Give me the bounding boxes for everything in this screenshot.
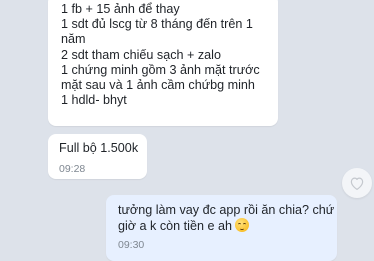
message-line: giờ a k còn tiền e ah bbox=[118, 219, 232, 234]
message-text: Full bộ 1.500k bbox=[59, 141, 139, 155]
message-bubble-incoming[interactable]: Full bộ 1.500k 09:28 bbox=[48, 134, 147, 179]
message-bubble-incoming[interactable]: 1 fb + 15 ảnh để thay 1 sdt đủ lscg từ 8… bbox=[48, 0, 278, 126]
message-timestamp: 09:28 bbox=[59, 163, 86, 176]
slightly-frowning-face-emoji bbox=[234, 218, 249, 233]
message-line: 1 chứng minh gồm 3 ảnh mặt trước bbox=[61, 62, 260, 77]
message-bubble-outgoing[interactable]: tưởng làm vay đc app rồi ăn chia? chứ gi… bbox=[106, 195, 337, 261]
message-line: mặt sau và 1 ảnh cầm chứbg minh bbox=[61, 78, 255, 93]
message-line-with-emoji: giờ a k còn tiền e ah bbox=[118, 218, 337, 234]
message-line: tưởng làm vay đc app rồi ăn chia? chứ bbox=[118, 203, 335, 217]
message-line: 1 hdld- bhyt bbox=[61, 93, 127, 108]
message-line: 1 fb + 15 ảnh để thay bbox=[61, 2, 180, 16]
reaction-button[interactable] bbox=[342, 168, 372, 198]
message-line: năm bbox=[61, 32, 86, 47]
message-timestamp: 09:30 bbox=[118, 239, 145, 252]
message-line: 2 sdt tham chiếu sạch + zalo bbox=[61, 47, 221, 62]
message-line: 1 sdt đủ lscg từ 8 tháng đến trên 1 bbox=[61, 17, 253, 32]
